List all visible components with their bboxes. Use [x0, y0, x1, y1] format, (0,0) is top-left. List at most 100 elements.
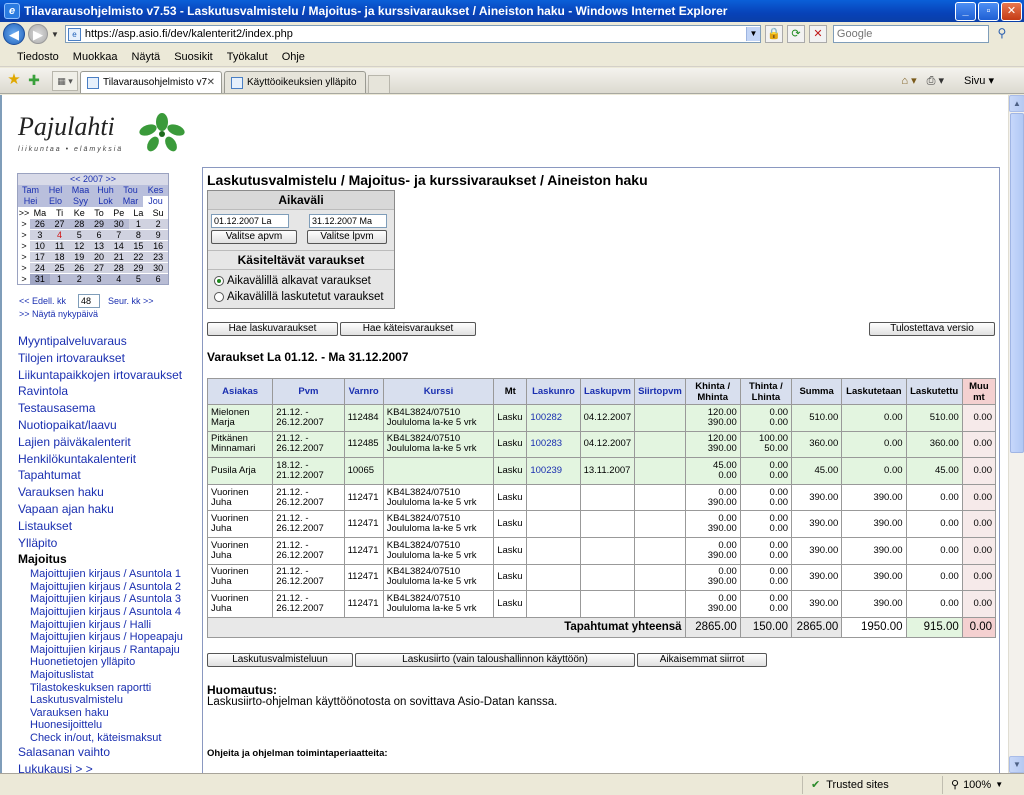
search-input[interactable]: [833, 28, 988, 40]
col-laskupvm[interactable]: Laskupvm: [579, 378, 636, 405]
month-tou[interactable]: Tou: [118, 185, 143, 196]
calendar-day[interactable]: 28: [108, 262, 129, 273]
calendar-week-link[interactable]: >: [18, 229, 30, 240]
address-bar[interactable]: e ▼: [64, 25, 761, 43]
calendar-day[interactable]: 24: [30, 262, 50, 273]
month-mar[interactable]: Mar: [118, 196, 143, 207]
show-today-link[interactable]: >> Näytä nykypäivä: [19, 309, 98, 319]
calendar-day[interactable]: 27: [49, 218, 70, 229]
history-dropdown-icon[interactable]: ▼: [51, 30, 59, 39]
calendar-day[interactable]: 31: [30, 273, 50, 284]
col-asiakas[interactable]: Asiakas: [206, 378, 274, 405]
nav-sub-majoituslistat[interactable]: Majoituslistat: [18, 669, 202, 682]
col-siirtopvm[interactable]: Siirtopvm: [634, 378, 686, 405]
col-kurssi[interactable]: Kurssi: [382, 378, 495, 405]
cell-laskunro[interactable]: 100239: [526, 457, 581, 485]
start-date-input[interactable]: [211, 214, 289, 228]
end-date-input[interactable]: [309, 214, 387, 228]
stop-icon[interactable]: ✕: [808, 25, 827, 43]
calendar-day[interactable]: 23: [148, 251, 168, 262]
calendar-day[interactable]: 13: [89, 240, 109, 251]
address-dropdown-icon[interactable]: ▼: [745, 27, 760, 41]
calendar-week-link[interactable]: >: [18, 251, 30, 262]
calendar-year-nav[interactable]: << 2007 >>: [18, 174, 168, 185]
calendar-day[interactable]: 11: [49, 240, 70, 251]
calendar-day[interactable]: 10: [30, 240, 50, 251]
calendar-day[interactable]: 14: [108, 240, 129, 251]
minimize-button[interactable]: _: [955, 1, 976, 21]
month-huh[interactable]: Huh: [93, 185, 118, 196]
lock-icon[interactable]: 🔒: [764, 25, 783, 43]
radio-starting-reservations[interactable]: Aikavälillä alkavat varaukset: [208, 273, 394, 289]
month-jou[interactable]: Jou: [143, 196, 168, 207]
week-number-input[interactable]: [78, 294, 101, 308]
calendar-day[interactable]: 22: [128, 251, 149, 262]
scroll-thumb[interactable]: [1010, 113, 1024, 453]
radio-button-checked[interactable]: [214, 276, 224, 286]
calendar-day[interactable]: 15: [128, 240, 149, 251]
calendar-day[interactable]: 19: [69, 251, 90, 262]
nav-sub-check-in-out[interactable]: Check in/out, käteismaksut: [18, 732, 202, 745]
maximize-button[interactable]: ▫: [978, 1, 999, 21]
nav-majoitus[interactable]: Majoitus: [18, 551, 202, 568]
zoom-control[interactable]: ⚲ 100% ▼: [942, 775, 1003, 794]
calendar-day[interactable]: 6: [89, 229, 109, 240]
calendar-day[interactable]: 18: [49, 251, 70, 262]
calendar-day[interactable]: 29: [128, 262, 149, 273]
calendar-day[interactable]: 6: [148, 273, 168, 284]
fetch-invoice-reservations-button[interactable]: Hae laskuvaraukset: [207, 322, 338, 336]
tab-kayttooikeudet[interactable]: Käyttöoikeuksien ylläpito - Yll...: [224, 71, 366, 93]
month-tam[interactable]: Tam: [18, 185, 43, 196]
calendar-header-cell[interactable]: >>: [18, 207, 30, 218]
calendar-day[interactable]: 21: [108, 251, 129, 262]
nav-sub-halli[interactable]: Majoittujien kirjaus / Halli: [18, 619, 202, 632]
month-hel[interactable]: Hel: [43, 185, 68, 196]
nav-lukukausi[interactable]: Lukukausi > >: [18, 761, 202, 773]
refresh-icon[interactable]: ⟳: [786, 25, 805, 43]
to-invoice-preparation-button[interactable]: Laskutusvalmisteluun: [207, 653, 353, 667]
month-maa[interactable]: Maa: [68, 185, 93, 196]
nav-salasanan-vaihto[interactable]: Salasanan vaihto: [18, 744, 202, 761]
prev-month-link[interactable]: << Edell. kk: [19, 296, 66, 306]
nav-vapaan-ajan-haku[interactable]: Vapaan ajan haku: [18, 501, 202, 518]
month-hei[interactable]: Hei: [18, 196, 43, 207]
calendar-day[interactable]: 28: [69, 218, 90, 229]
forward-button[interactable]: ▶: [28, 24, 48, 44]
calendar-day[interactable]: 20: [89, 251, 109, 262]
scroll-up-icon[interactable]: ▲: [1009, 95, 1024, 112]
calendar-day[interactable]: 29: [89, 218, 109, 229]
calendar-day[interactable]: 26: [69, 262, 90, 273]
printable-version-button[interactable]: Tulostettava versio: [869, 322, 995, 336]
nav-sub-asuntola-4[interactable]: Majoittujien kirjaus / Asuntola 4: [18, 606, 202, 619]
nav-nuotiopaikat[interactable]: Nuotiopaikat/laavu: [18, 417, 202, 434]
nav-lajien-paivakalenterit[interactable]: Lajien päiväkalenterit: [18, 434, 202, 451]
month-elo[interactable]: Elo: [43, 196, 68, 207]
calendar-day[interactable]: 2: [148, 218, 168, 229]
calendar-week-link[interactable]: >: [18, 273, 30, 284]
menu-tyokalut[interactable]: Työkalut: [220, 51, 275, 63]
nav-sub-huonesijoittelu[interactable]: Huonesijoittelu: [18, 719, 202, 732]
new-tab-button[interactable]: [368, 75, 390, 93]
tab-close-icon[interactable]: ✕: [207, 77, 215, 88]
calendar-day-today[interactable]: 4: [49, 229, 70, 240]
home-icon[interactable]: ⌂ ▾: [901, 74, 916, 87]
fetch-cash-reservations-button[interactable]: Hae käteisvaraukset: [340, 322, 476, 336]
search-icon[interactable]: ⚲: [993, 25, 1011, 43]
cell-laskunro[interactable]: 100282: [526, 404, 581, 432]
nav-sub-huonetietojen-yllapito[interactable]: Huonetietojen ylläpito: [18, 656, 202, 669]
nav-listaukset[interactable]: Listaukset: [18, 518, 202, 535]
page-menu[interactable]: Sivu ▾: [954, 74, 994, 87]
calendar-day[interactable]: 16: [148, 240, 168, 251]
back-button[interactable]: ◀: [3, 23, 25, 45]
month-lok[interactable]: Lok: [93, 196, 118, 207]
nav-testausasema[interactable]: Testausasema: [18, 400, 202, 417]
col-pvm[interactable]: Pvm: [272, 378, 345, 405]
calendar-day[interactable]: 4: [108, 273, 129, 284]
menu-muokkaa[interactable]: Muokkaa: [66, 51, 125, 63]
month-syy[interactable]: Syy: [68, 196, 93, 207]
calendar-day[interactable]: 9: [148, 229, 168, 240]
nav-tilojen-irtovaraukset[interactable]: Tilojen irtovaraukset: [18, 350, 202, 367]
tab-tilavaraus[interactable]: Tilavarausohjelmisto v7.5... ✕: [80, 71, 222, 93]
invoice-transfer-button[interactable]: Laskusiirto (vain taloushallinnon käyttö…: [355, 653, 635, 667]
earlier-transfers-button[interactable]: Aikaisemmat siirrot: [637, 653, 767, 667]
